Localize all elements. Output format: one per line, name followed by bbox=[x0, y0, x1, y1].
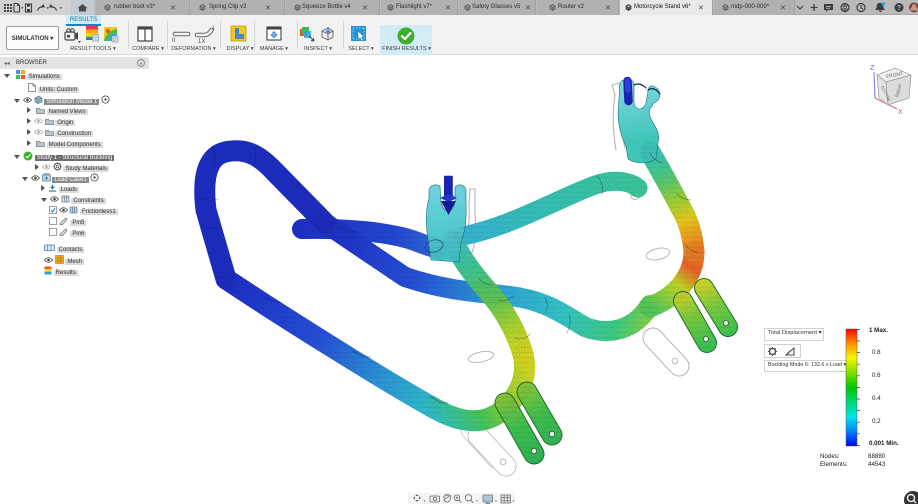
svg-text:1: 1 bbox=[212, 26, 215, 32]
svg-text:X: X bbox=[898, 109, 903, 116]
svg-text:?: ? bbox=[897, 5, 901, 12]
svg-text:1X: 1X bbox=[198, 39, 205, 45]
svg-text:0: 0 bbox=[172, 38, 176, 44]
svg-text:Z: Z bbox=[870, 65, 875, 72]
